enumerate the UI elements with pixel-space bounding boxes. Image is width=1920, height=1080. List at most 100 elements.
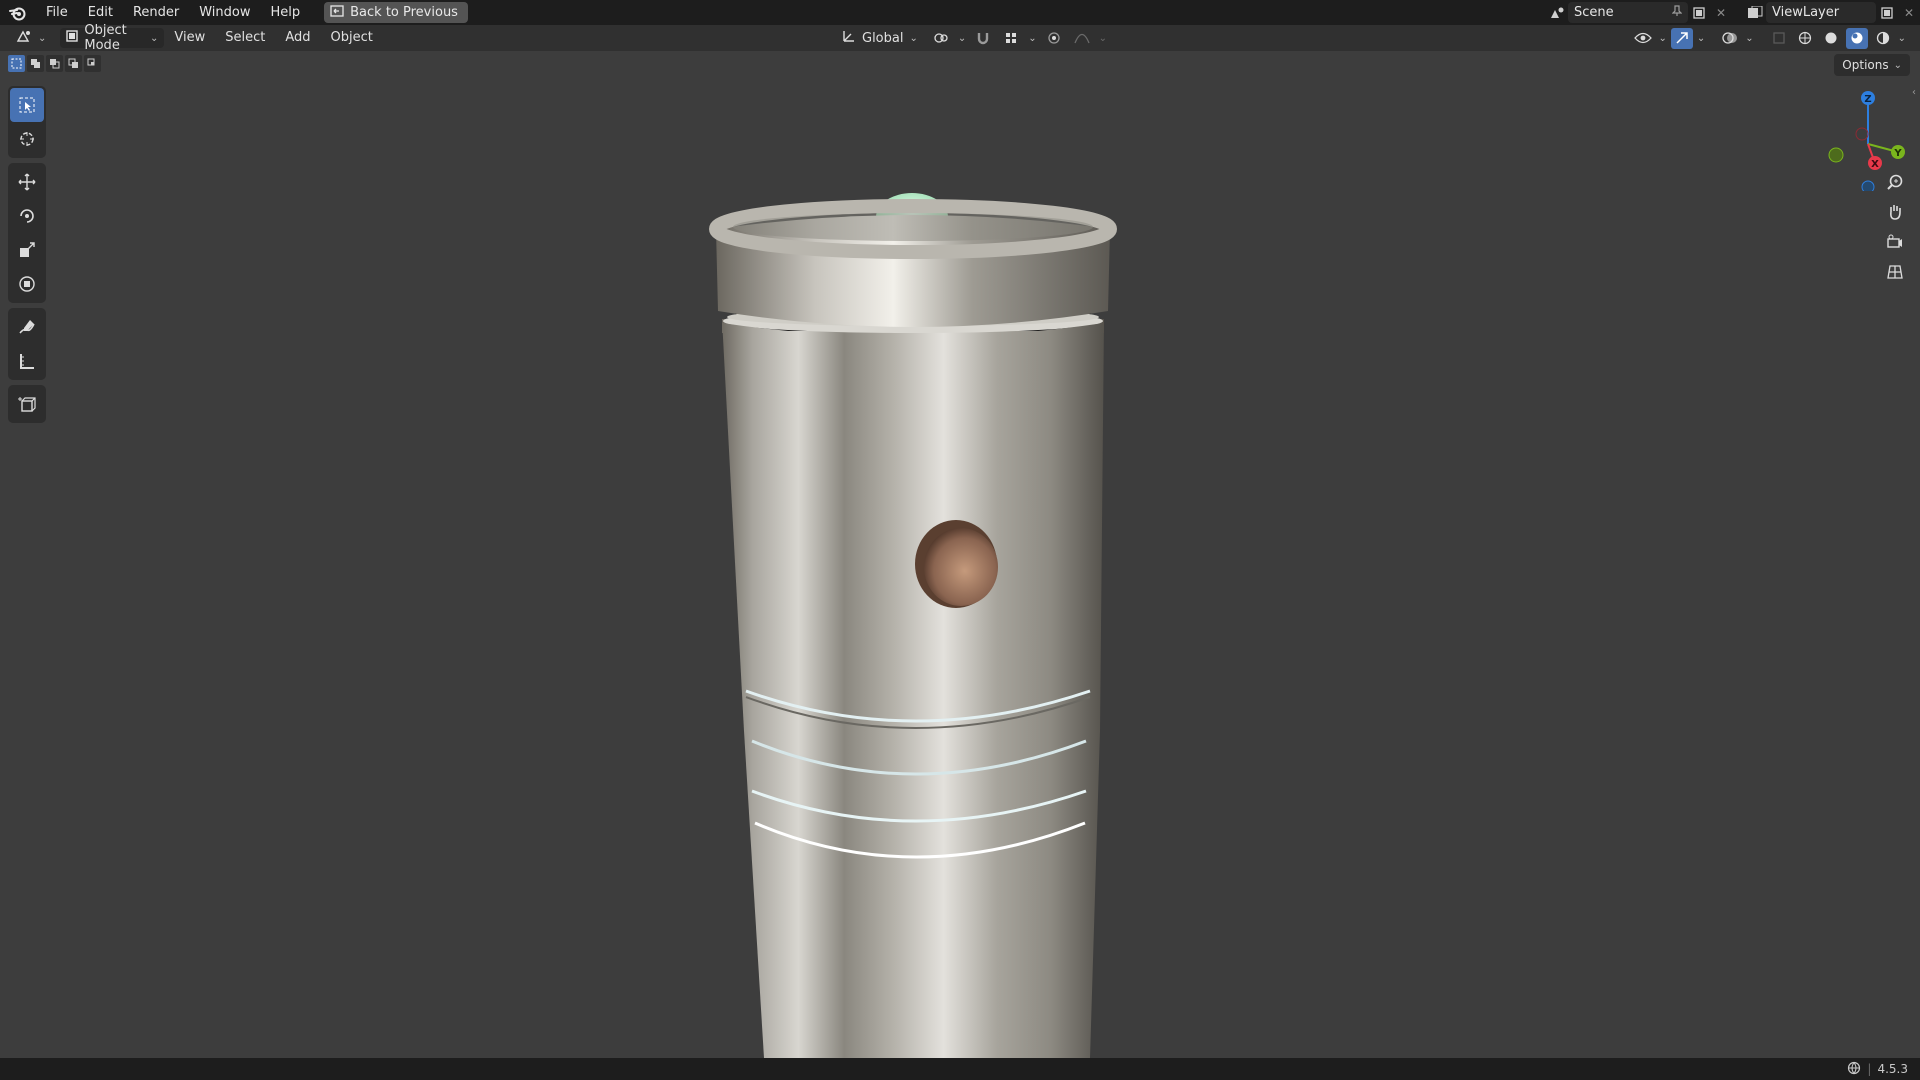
view-layer-selector-icon[interactable]: [1744, 2, 1766, 23]
menu-view[interactable]: View: [164, 25, 215, 51]
tool-group-select: [8, 86, 46, 158]
visibility-eye-icon[interactable]: [1632, 28, 1654, 49]
chevron-down-icon[interactable]: ⌄: [1898, 33, 1906, 44]
viewport-header: ⌄ Object Mode ⌄ View Select Add Object G…: [0, 23, 1920, 53]
object-mode-label: Object Mode: [84, 23, 127, 53]
annotate-tool-icon[interactable]: [10, 310, 44, 344]
screen-back-icon: [330, 4, 344, 21]
3d-viewport[interactable]: Options ⌄ Z Y X ‹: [0, 51, 1920, 1058]
pan-hand-icon[interactable]: [1880, 198, 1910, 226]
menu-edit[interactable]: Edit: [78, 0, 123, 25]
transform-orientation-label: Global: [862, 30, 904, 46]
options-dropdown[interactable]: Options ⌄: [1834, 54, 1910, 76]
delete-scene-icon[interactable]: ✕: [1710, 2, 1732, 23]
network-globe-icon[interactable]: [1847, 1061, 1861, 1078]
select-extend-icon[interactable]: [27, 55, 44, 72]
chevron-down-icon[interactable]: ⌄: [1697, 33, 1705, 44]
options-label: Options: [1842, 58, 1889, 72]
select-intersect-icon[interactable]: [84, 55, 101, 72]
chevron-down-icon: ⌄: [150, 32, 159, 44]
status-bar: | 4.5.3: [0, 1058, 1920, 1080]
add-cube-tool-icon[interactable]: [10, 387, 44, 421]
header-center-tools: Global ⌄ ⌄ ⌄ ⌄: [836, 25, 1107, 51]
menu-render[interactable]: Render: [123, 0, 189, 25]
gizmo-neg-z-axis[interactable]: [1861, 180, 1875, 191]
falloff-curve-icon[interactable]: [1071, 28, 1093, 49]
delete-view-layer-icon[interactable]: ✕: [1898, 2, 1920, 23]
tool-group-transform: [8, 163, 46, 303]
solid-shading-icon[interactable]: [1820, 28, 1842, 49]
cursor-tool-icon[interactable]: [10, 122, 44, 156]
material-preview-shading-icon[interactable]: [1845, 27, 1868, 49]
status-separator: |: [1867, 1062, 1872, 1076]
object-mode-icon: [66, 30, 79, 46]
transform-orientation-dropdown[interactable]: Global ⌄: [836, 28, 924, 48]
gizmo-neg-y-axis[interactable]: [1828, 147, 1844, 163]
scene-name: Scene: [1574, 5, 1614, 20]
menu-help[interactable]: Help: [261, 0, 311, 25]
new-scene-icon[interactable]: [1688, 2, 1710, 23]
zoom-icon[interactable]: [1880, 168, 1910, 196]
chevron-down-icon[interactable]: ⌄: [1658, 33, 1666, 44]
sidebar-toggle-icon[interactable]: ‹: [1912, 87, 1920, 98]
overlays-icon[interactable]: [1719, 28, 1741, 49]
xray-toggle-icon[interactable]: [1768, 28, 1790, 49]
menu-select[interactable]: Select: [215, 25, 275, 51]
select-new-icon[interactable]: [8, 55, 25, 72]
tool-shelf: [8, 86, 46, 428]
move-tool-icon[interactable]: [10, 165, 44, 199]
select-subtract-icon[interactable]: [46, 55, 63, 72]
object-mode-dropdown[interactable]: Object Mode ⌄: [60, 23, 165, 53]
menu-add[interactable]: Add: [275, 25, 320, 51]
gizmo-x-label: X: [1871, 159, 1879, 170]
top-right-controls: Scene ✕ ViewLayer ✕: [1546, 0, 1920, 25]
show-gizmo-icon[interactable]: [1670, 27, 1693, 49]
chevron-down-icon[interactable]: ⌄: [958, 33, 966, 44]
select-invert-icon[interactable]: [65, 55, 82, 72]
chevron-down-icon: ⌄: [1893, 59, 1902, 71]
scene-selector-icon[interactable]: [1546, 2, 1568, 23]
chevron-down-icon[interactable]: ⌄: [1099, 33, 1107, 44]
tool-group-add: [8, 385, 46, 423]
rotate-tool-icon[interactable]: [10, 199, 44, 233]
selection-mode-buttons: [8, 55, 101, 72]
measure-tool-icon[interactable]: [10, 344, 44, 378]
wireframe-shading-icon[interactable]: [1794, 28, 1816, 49]
header-right-tools: ⌄ ⌄ ⌄ ⌄: [1632, 25, 1906, 51]
editor-type-selector[interactable]: ⌄: [10, 28, 52, 48]
transform-tool-icon[interactable]: [10, 267, 44, 301]
view-layer-field[interactable]: ViewLayer: [1766, 2, 1876, 23]
rendered-shading-icon[interactable]: [1872, 28, 1894, 49]
new-view-layer-icon[interactable]: [1876, 2, 1898, 23]
menu-file[interactable]: File: [36, 0, 78, 25]
chevron-down-icon[interactable]: ⌄: [1028, 33, 1036, 44]
chevron-down-icon: ⌄: [38, 32, 47, 44]
back-to-previous-button[interactable]: Back to Previous: [324, 2, 468, 23]
pivot-point-icon[interactable]: [930, 28, 952, 49]
viewport-nav-buttons: [1880, 168, 1910, 286]
top-menu-bar: File Edit Render Window Help Back to Pre…: [0, 0, 1920, 25]
blender-version: 4.5.3: [1877, 1062, 1908, 1076]
tool-group-annotate: [8, 308, 46, 380]
lightsaber-hilt-model[interactable]: [0, 51, 1920, 1058]
menu-window[interactable]: Window: [189, 0, 260, 25]
3d-viewport-icon: [16, 29, 32, 47]
select-box-tool-icon[interactable]: [10, 88, 44, 122]
chevron-down-icon: ⌄: [909, 32, 918, 44]
proportional-editing-icon[interactable]: [1043, 28, 1065, 49]
snap-magnet-icon[interactable]: [972, 28, 994, 49]
chevron-down-icon[interactable]: ⌄: [1745, 33, 1753, 44]
snap-increment-icon[interactable]: [1000, 28, 1022, 49]
perspective-toggle-icon[interactable]: [1880, 258, 1910, 286]
scene-name-field[interactable]: Scene: [1568, 2, 1688, 23]
pin-icon[interactable]: [1671, 4, 1683, 21]
menu-object[interactable]: Object: [321, 25, 383, 51]
blender-logo-icon[interactable]: [0, 0, 36, 25]
blender-window: File Edit Render Window Help Back to Pre…: [0, 0, 1920, 1080]
scale-tool-icon[interactable]: [10, 233, 44, 267]
back-to-previous-label: Back to Previous: [350, 5, 458, 20]
gizmo-y-label: Y: [1893, 148, 1902, 159]
gizmo-neg-x-axis[interactable]: [1855, 127, 1869, 141]
view-layer-name: ViewLayer: [1772, 5, 1840, 20]
camera-view-icon[interactable]: [1880, 228, 1910, 256]
